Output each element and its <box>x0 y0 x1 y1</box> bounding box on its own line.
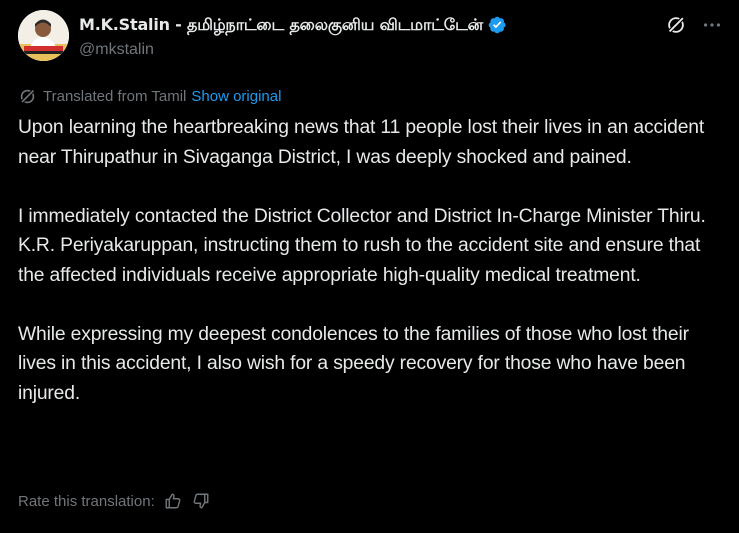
post-paragraph-3: While expressing my deepest condolences … <box>18 323 689 404</box>
thumbs-up-icon[interactable] <box>164 492 182 510</box>
header-actions <box>665 14 723 36</box>
name-row: M.K.Stalin - தமிழ்நாட்டை தலைகுனிய விடமாட… <box>79 13 507 37</box>
author-block: M.K.Stalin - தமிழ்நாட்டை தலைகுனிய விடமாட… <box>79 13 507 59</box>
verified-badge-icon <box>487 15 507 35</box>
translate-icon <box>18 87 37 106</box>
rate-translation-label: Rate this translation: <box>18 492 155 510</box>
post-paragraph-2: I immediately contacted the District Col… <box>18 205 706 286</box>
translation-notice: Translated from Tamil Show original <box>18 86 281 106</box>
show-original-link[interactable]: Show original <box>191 88 281 105</box>
avatar-image <box>18 10 69 61</box>
more-options-icon[interactable] <box>701 14 723 36</box>
post-detail: M.K.Stalin - தமிழ்நாட்டை தலைகுனிய விடமாட… <box>0 0 739 533</box>
author-display-name[interactable]: M.K.Stalin - தமிழ்நாட்டை தலைகுனிய விடமாட… <box>79 15 483 36</box>
grok-icon[interactable] <box>665 14 687 36</box>
post-header: M.K.Stalin - தமிழ்நாட்டை தலைகுனிய விடமாட… <box>18 10 723 64</box>
rate-translation: Rate this translation: <box>18 490 210 512</box>
author-handle[interactable]: @mkstalin <box>79 41 507 59</box>
thumbs-down-icon[interactable] <box>192 492 210 510</box>
post-paragraph-1: Upon learning the heartbreaking news tha… <box>18 117 705 168</box>
post-body: Upon learning the heartbreaking news tha… <box>18 113 730 408</box>
translated-from-label: Translated from Tamil <box>43 87 187 105</box>
avatar[interactable] <box>18 10 69 61</box>
